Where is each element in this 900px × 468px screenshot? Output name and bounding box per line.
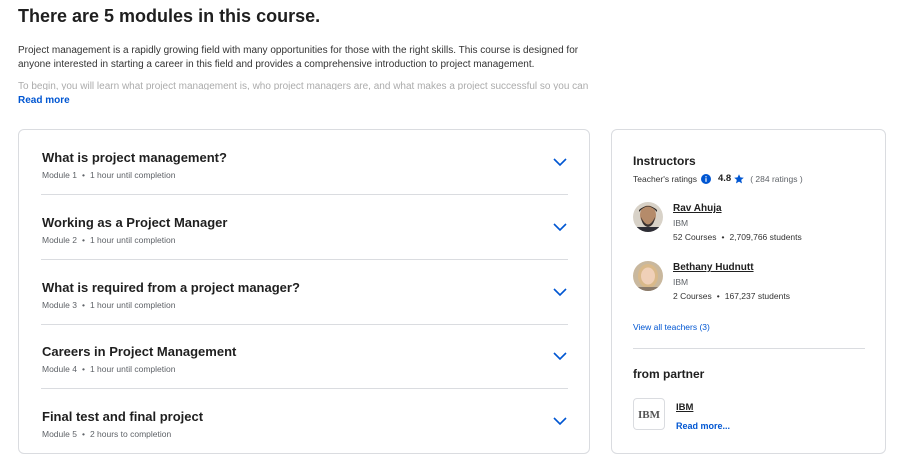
ratings-label: Teacher's ratings (633, 173, 697, 184)
module-title: Careers in Project Management (42, 344, 237, 359)
module-item-1[interactable]: What is project management? Module 1 • 1 h… (41, 130, 568, 195)
avatar[interactable] (633, 202, 663, 232)
star-icon (734, 173, 745, 183)
separator-dot: • (81, 235, 85, 245)
separator-dot: • (721, 232, 725, 242)
chevron-down-icon[interactable] (552, 156, 568, 168)
chevron-down-icon[interactable] (552, 415, 568, 427)
modules-list: What is project management? Module 1 • 1 h… (18, 129, 590, 454)
divider (633, 348, 865, 349)
module-item-2[interactable]: Working as a Project Manager Module 2 • 1 … (41, 195, 568, 260)
course-description-continued: To begin, you will learn what project ma… (18, 81, 589, 90)
instructor-org: IBM (673, 277, 689, 287)
module-meta: Module 1 • 1 hour until completion (42, 170, 175, 180)
instructor-students: 167,237 students (724, 291, 790, 301)
separator-dot: • (81, 364, 85, 374)
avatar[interactable] (633, 261, 663, 291)
module-title: What is project management? (42, 150, 227, 165)
module-label: Module 5 (42, 429, 77, 439)
rating-count: ( 284 ratings ) (750, 173, 803, 184)
module-label: Module 1 (42, 170, 77, 180)
instructor-org: IBM (673, 218, 689, 228)
chevron-down-icon[interactable] (552, 221, 568, 233)
separator-dot: • (716, 291, 720, 301)
module-title: What is required from a project manager? (42, 280, 300, 295)
partner-read-more-link[interactable]: Read more... (676, 421, 730, 431)
separator-dot: • (81, 170, 85, 180)
instructor-item-2: Bethany Hudnutt IBM 2 Courses • 167,237 st… (633, 261, 873, 311)
instructor-courses: 2 Courses (673, 291, 712, 301)
read-more-link[interactable]: Read more (18, 95, 70, 106)
module-duration: 1 hour until completion (89, 170, 176, 180)
module-duration: 2 hours to completion (89, 429, 172, 439)
instructor-students: 2,709,766 students (729, 232, 802, 242)
instructors-card: Instructors Teacher's ratings 4.8 ( 284 … (611, 129, 886, 454)
ibm-logo-icon: IBM (638, 409, 661, 421)
module-duration: 1 hour until completion (89, 300, 176, 310)
module-meta: Module 4 • 1 hour until completion (42, 364, 175, 374)
module-meta: Module 5 • 2 hours to completion (42, 429, 171, 439)
instructor-stats: 2 Courses • 167,237 students (673, 291, 790, 301)
separator-dot: • (81, 429, 85, 439)
partner-logo[interactable]: IBM (633, 398, 665, 430)
module-label: Module 3 (42, 300, 77, 310)
view-all-teachers-link[interactable]: View all teachers (3) (633, 322, 710, 332)
separator-dot: • (81, 300, 85, 310)
instructor-name[interactable]: Bethany Hudnutt (673, 262, 754, 273)
instructor-name[interactable]: Rav Ahuja (673, 203, 722, 214)
module-item-3[interactable]: What is required from a project manager?… (41, 260, 568, 325)
info-icon[interactable] (701, 173, 711, 184)
partner-name[interactable]: IBM (676, 402, 693, 413)
module-label: Module 2 (42, 235, 77, 245)
module-meta: Module 3 • 1 hour until completion (42, 300, 175, 310)
instructors-heading: Instructors (633, 154, 696, 168)
page-title: There are 5 modules in this course. (18, 6, 321, 26)
rating-value: 4.8 (718, 173, 732, 184)
module-item-5[interactable]: Final test and final project Module 5 • 2 … (41, 389, 568, 454)
module-duration: 1 hour until completion (89, 235, 176, 245)
instructor-stats: 52 Courses • 2,709,766 students (673, 232, 802, 242)
module-duration: 1 hour until completion (89, 364, 176, 374)
module-title: Working as a Project Manager (42, 215, 228, 230)
partner-heading: from partner (633, 367, 705, 381)
svg-text:IBM: IBM (638, 409, 661, 421)
instructor-courses: 52 Courses (673, 232, 717, 242)
teacher-ratings: Teacher's ratings 4.8 ( 284 ratings ) (633, 173, 803, 184)
chevron-down-icon[interactable] (552, 350, 568, 362)
module-title: Final test and final project (42, 409, 204, 424)
chevron-down-icon[interactable] (552, 286, 568, 298)
module-label: Module 4 (42, 364, 77, 374)
module-meta: Module 2 • 1 hour until completion (42, 235, 175, 245)
module-item-4[interactable]: Careers in Project Management Module 4 • 1… (41, 324, 568, 389)
course-description: Project management is a rapidly growing … (18, 45, 579, 70)
instructor-item-1: Rav Ahuja IBM 52 Courses • 2,709,766 stude… (633, 202, 873, 252)
